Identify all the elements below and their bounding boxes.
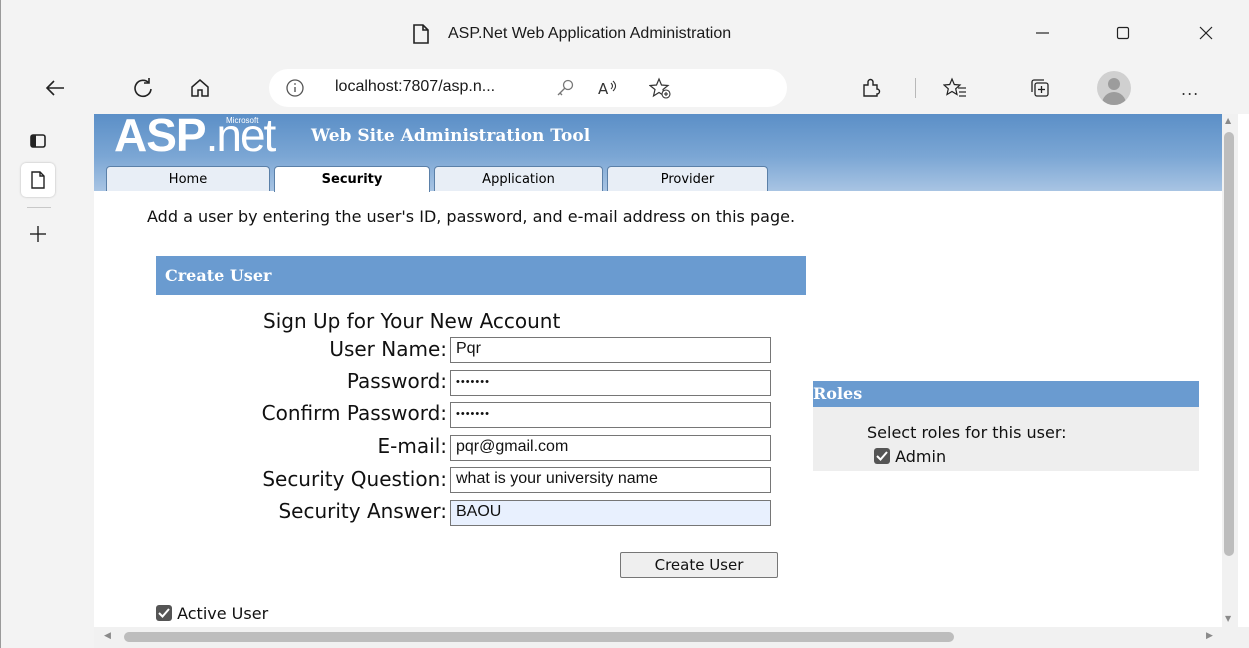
scroll-up-arrow-icon[interactable]: ▲ <box>1225 116 1231 125</box>
tab-home[interactable]: Home <box>106 166 270 191</box>
security-question-input[interactable]: what is your university name <box>450 467 771 493</box>
tab-security[interactable]: Security <box>274 166 430 192</box>
active-user-checkbox[interactable] <box>156 605 172 621</box>
scrollbar-corner <box>1222 627 1249 648</box>
current-tab-page-icon[interactable] <box>21 163 55 197</box>
roles-prompt: Select roles for this user: <box>867 423 1067 442</box>
vertical-scroll-thumb[interactable] <box>1224 132 1234 556</box>
scroll-right-arrow-icon[interactable]: ▶ <box>1206 631 1213 641</box>
tab-actions-icon[interactable] <box>21 124 55 158</box>
asp-header: ASP.net Microsoft Web Site Administratio… <box>94 114 1222 192</box>
security-answer-label: Security Answer: <box>278 499 447 523</box>
extensions-icon[interactable] <box>857 74 885 102</box>
confirm-password-label: Confirm Password: <box>261 401 447 425</box>
vertical-tab-strip <box>1 114 94 648</box>
intro-text: Add a user by entering the user's ID, pa… <box>147 207 796 226</box>
read-aloud-icon[interactable]: A <box>597 77 619 99</box>
aspnet-logo: ASP.net Microsoft <box>114 114 276 161</box>
active-user-row: Active User <box>156 604 268 623</box>
admin-role-label: Admin <box>895 447 947 466</box>
email-input[interactable]: pqr@gmail.com <box>450 435 771 461</box>
home-icon[interactable] <box>186 74 214 102</box>
horizontal-scroll-thumb[interactable] <box>124 632 954 642</box>
title-bar: ASP.Net Web Application Administration <box>1 0 1249 62</box>
active-user-label: Active User <box>177 604 269 623</box>
new-tab-plus-icon[interactable] <box>21 217 55 251</box>
admin-role-checkbox[interactable] <box>874 448 890 464</box>
add-favorite-icon[interactable] <box>649 77 671 99</box>
security-answer-input[interactable]: BAOU <box>450 500 771 526</box>
browser-window: ASP.Net Web Application Administration l… <box>0 0 1249 648</box>
refresh-icon[interactable] <box>129 74 157 102</box>
url-text[interactable]: localhost:7807/asp.n... <box>335 78 495 96</box>
username-label: User Name: <box>329 337 447 361</box>
favorites-icon[interactable] <box>941 74 969 102</box>
info-icon[interactable] <box>285 78 305 98</box>
scroll-down-arrow-icon[interactable]: ▼ <box>1225 614 1231 623</box>
key-icon[interactable] <box>554 77 576 99</box>
tool-title: Web Site Administration Tool <box>311 126 591 146</box>
browser-toolbar: localhost:7807/asp.n... A <box>1 62 1249 114</box>
minimize-icon[interactable] <box>1027 20 1057 46</box>
tab-application[interactable]: Application <box>434 166 603 191</box>
more-options-icon[interactable]: ... <box>1181 80 1199 99</box>
horizontal-scrollbar[interactable]: ◀ ▶ <box>94 627 1222 648</box>
svg-text:A: A <box>598 80 609 98</box>
password-label: Password: <box>346 369 447 393</box>
confirm-password-input[interactable]: ••••••• <box>450 402 771 428</box>
close-icon[interactable] <box>1191 20 1221 46</box>
password-input[interactable]: ••••••• <box>450 370 771 396</box>
roles-header: Roles <box>813 381 1199 407</box>
toolbar-divider <box>915 78 916 98</box>
profile-avatar[interactable] <box>1097 71 1131 105</box>
page-viewport: ASP.net Microsoft Web Site Administratio… <box>94 114 1222 627</box>
email-label: E-mail: <box>377 434 447 458</box>
collections-icon[interactable] <box>1026 74 1054 102</box>
roles-panel: Select roles for this user: Admin <box>813 407 1199 471</box>
side-divider <box>27 207 51 208</box>
scroll-left-arrow-icon[interactable]: ◀ <box>104 631 111 641</box>
create-user-header: Create User <box>156 256 806 295</box>
address-bar[interactable]: localhost:7807/asp.n... A <box>269 69 787 107</box>
vertical-scrollbar[interactable]: ▲ ▼ <box>1222 114 1238 627</box>
window-title: ASP.Net Web Application Administration <box>448 25 732 42</box>
back-arrow-icon[interactable] <box>41 74 69 102</box>
page-icon <box>413 24 429 44</box>
role-item-admin: Admin <box>874 447 946 466</box>
maximize-icon[interactable] <box>1108 20 1138 46</box>
tab-provider[interactable]: Provider <box>607 166 768 191</box>
security-question-label: Security Question: <box>262 467 447 491</box>
username-input[interactable]: Pqr <box>450 337 771 363</box>
create-user-button[interactable]: Create User <box>620 552 778 578</box>
signup-title: Sign Up for Your New Account <box>263 309 561 333</box>
